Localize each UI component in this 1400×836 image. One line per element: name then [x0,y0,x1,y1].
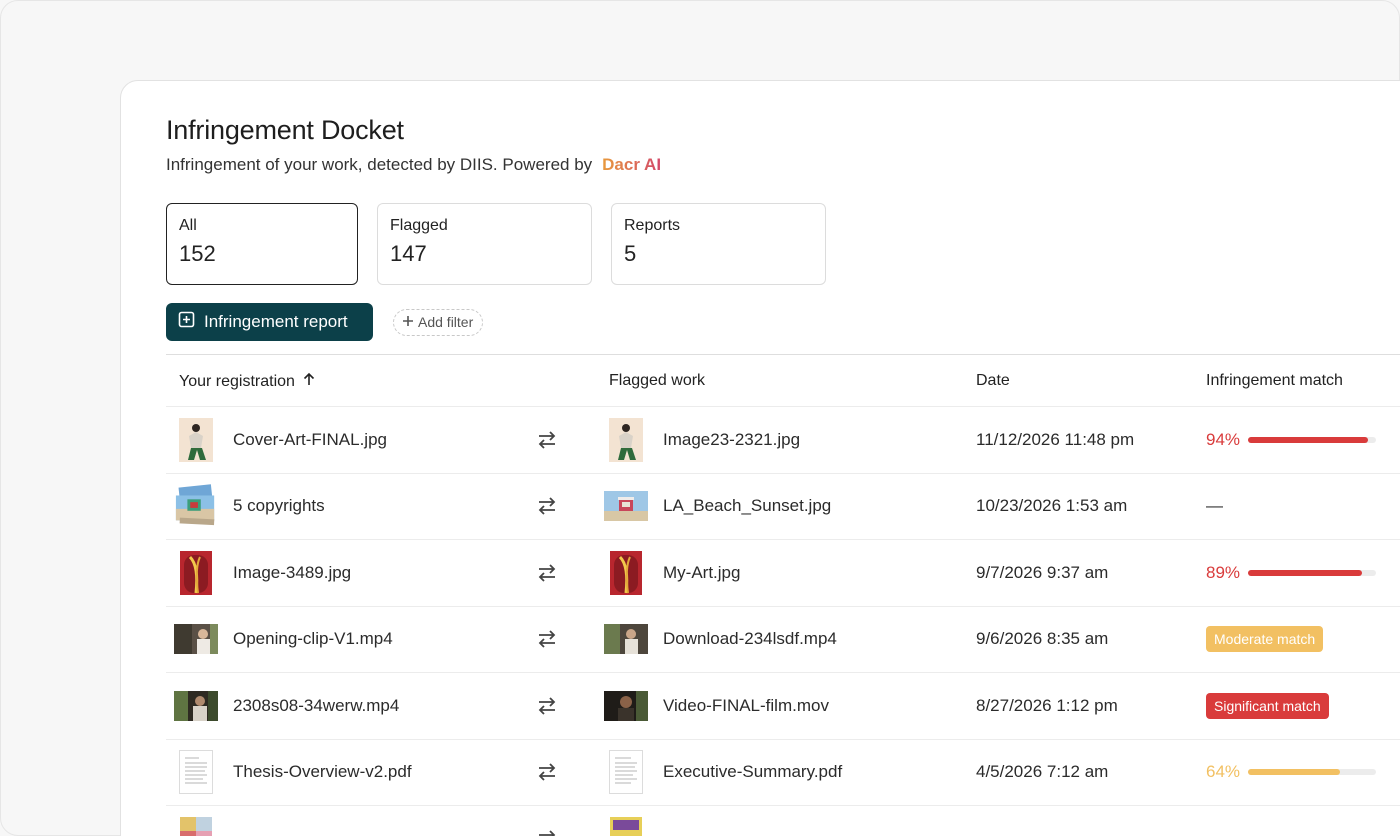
swap-arrows-icon [536,607,558,673]
report-button-label: Infringement report [204,312,348,331]
document-thumbnail [174,740,218,806]
match-cell: Moderate match [1206,607,1324,673]
stat-value: 5 [624,241,637,266]
detected-date: 8/27/2026 1:12 pm [976,695,1118,715]
match-cell: 89% [1206,540,1376,606]
column-label: Your registration [179,372,295,390]
table-row[interactable] [166,806,1400,836]
docket-panel: Infringement Docket Infringement of your… [120,80,1400,836]
column-label: Infringement match [1206,372,1343,389]
detected-date: 10/23/2026 1:53 am [976,496,1128,516]
artwork-thumbnail [174,540,218,606]
table-row[interactable]: Cover-Art-FINAL.jpg Image23-2321.jpg 11/… [166,407,1400,474]
table-row[interactable]: 2308s08-34werw.mp4 Video-FINAL-film.mov … [166,673,1400,740]
stat-cards: All 152 Flagged 147 Reports 5 [166,203,826,285]
flagged-filename: Video-FINAL-film.mov [663,695,829,715]
swap-arrows-icon [536,407,558,473]
document-thumbnail [604,740,648,806]
video-thumbnail [174,607,218,673]
match-progress-bar [1248,769,1376,776]
column-header-match[interactable]: Infringement match [1206,372,1343,390]
registration-filename: Opening-clip-V1.mp4 [233,629,393,649]
registration-filename: Cover-Art-FINAL.jpg [233,429,387,449]
match-status-badge: Significant match [1206,692,1329,719]
match-progress-bar [1248,569,1376,576]
detected-date: 9/6/2026 8:35 am [976,629,1109,649]
match-percent: 94% [1206,429,1241,449]
color-swatch-thumbnail [174,806,218,836]
table-row[interactable]: 5 copyrights LA_Beach_Sunset.jpg 10/23/2… [166,474,1400,540]
stat-label: Reports [624,217,681,234]
page-title: Infringement Docket [166,115,404,145]
toolbar: Infringement report Add filter [166,303,484,341]
stat-card-flagged[interactable]: Flagged 147 [377,203,592,285]
registration-filename: Thesis-Overview-v2.pdf [233,762,412,782]
table-header: Your registration Flagged work Date Infr… [166,354,1400,407]
artwork-thumbnail [604,407,648,473]
artwork-thumbnail [174,407,218,473]
stat-value: 152 [179,241,216,266]
detected-date: 9/7/2026 9:37 am [976,562,1109,582]
match-status-badge: Moderate match [1206,626,1324,653]
registration-filename: 2308s08-34werw.mp4 [233,695,400,715]
table-row[interactable]: Opening-clip-V1.mp4 Download-234lsdf.mp4… [166,607,1400,673]
add-document-icon [178,311,195,333]
artwork-thumbnail [604,806,648,836]
match-cell: Significant match [1206,673,1329,739]
registration-filename: Image-3489.jpg [233,562,352,582]
infringement-report-button[interactable]: Infringement report [166,303,373,341]
stat-label: Flagged [390,217,448,234]
match-progress-bar [1248,436,1376,443]
match-cell: 94% [1206,407,1376,473]
stat-card-all[interactable]: All 152 [166,203,358,285]
flagged-filename: Download-234lsdf.mp4 [663,629,837,649]
no-match-dash: — [1206,496,1223,516]
sort-arrow-up-icon [303,372,315,391]
stacked-photos-thumbnail [174,474,218,540]
flagged-filename: Executive-Summary.pdf [663,762,843,782]
beach-photo-thumbnail [604,474,648,540]
subtitle-text: Infringement of your work, detected by D… [166,155,593,174]
plus-icon [402,314,414,330]
page-subtitle: Infringement of your work, detected by D… [166,155,661,175]
video-thumbnail [174,673,218,739]
detected-date: 4/5/2026 7:12 am [976,762,1109,782]
column-header-registration[interactable]: Your registration [179,372,315,391]
match-percent: 89% [1206,562,1241,582]
flagged-filename: My-Art.jpg [663,562,741,582]
match-cell: — [1206,474,1223,540]
swap-arrows-icon [536,740,558,806]
match-progress-fill [1248,769,1341,776]
match-cell: 64% [1206,740,1376,806]
match-progress-fill [1248,569,1362,576]
swap-arrows-icon [536,806,558,836]
stat-card-reports[interactable]: Reports 5 [611,203,826,285]
stat-label: All [179,217,197,234]
table-row[interactable]: Image-3489.jpg My-Art.jpg 9/7/2026 9:37 … [166,540,1400,607]
swap-arrows-icon [536,474,558,540]
dacr-ai-logo: Dacr AI [602,155,662,174]
flagged-filename: Image23-2321.jpg [663,429,801,449]
add-filter-button[interactable]: Add filter [393,308,484,336]
column-header-flagged[interactable]: Flagged work [609,372,705,390]
video-thumbnail [604,673,648,739]
swap-arrows-icon [536,673,558,739]
column-label: Flagged work [609,372,706,389]
stat-value: 147 [390,241,427,266]
artwork-thumbnail [604,540,648,606]
video-thumbnail [604,607,648,673]
column-label: Date [976,372,1010,389]
registration-filename: 5 copyrights [233,496,325,516]
table-row[interactable]: Thesis-Overview-v2.pdf Executive-Summary… [166,740,1400,806]
swap-arrows-icon [536,540,558,606]
match-progress-fill [1248,436,1369,443]
column-header-date[interactable]: Date [976,372,1010,390]
match-percent: 64% [1206,762,1241,782]
detected-date: 11/12/2026 11:48 pm [976,429,1135,449]
add-filter-label: Add filter [418,314,474,330]
flagged-filename: LA_Beach_Sunset.jpg [663,496,832,516]
infringement-table: Your registration Flagged work Date Infr… [166,354,1400,836]
